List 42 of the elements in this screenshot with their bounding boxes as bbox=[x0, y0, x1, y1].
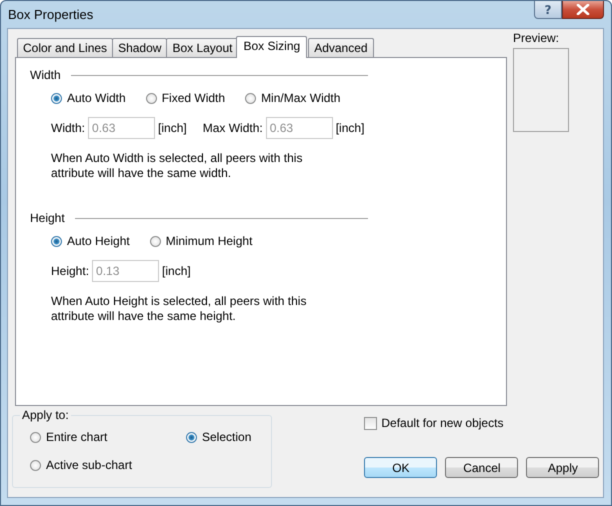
radio-option[interactable]: Minimum Height bbox=[150, 234, 252, 248]
close-button[interactable] bbox=[562, 1, 604, 19]
radio-button[interactable] bbox=[51, 236, 62, 246]
window-title: Box Properties bbox=[8, 7, 94, 22]
description-text: When Auto Width is selected, all peers with this attribute will have the same width. bbox=[51, 151, 304, 181]
close-icon bbox=[576, 4, 590, 15]
radio-button[interactable] bbox=[186, 432, 197, 442]
tab[interactable]: Box Layout bbox=[166, 38, 238, 57]
tab[interactable]: Box Sizing bbox=[236, 36, 308, 58]
radio-option[interactable]: Active sub-chart bbox=[30, 458, 166, 472]
unit-label: [inch] bbox=[336, 121, 364, 135]
radio-option[interactable]: Selection bbox=[186, 430, 252, 444]
radio-option[interactable]: Entire chart bbox=[30, 430, 166, 444]
checkbox-label: Default for new objects bbox=[381, 416, 504, 430]
dialog-button[interactable]: OK bbox=[364, 457, 438, 478]
tab[interactable]: Advanced bbox=[308, 38, 374, 57]
radio-button[interactable] bbox=[245, 92, 256, 104]
group-label: Height bbox=[30, 211, 65, 225]
radio-button[interactable] bbox=[30, 432, 41, 442]
field-label: Width: bbox=[51, 121, 86, 135]
dialog-button[interactable]: Cancel bbox=[445, 457, 518, 478]
field-label: Height: bbox=[51, 264, 90, 278]
radio-option[interactable]: Fixed Width bbox=[146, 91, 226, 105]
radio-option[interactable]: Min/Max Width bbox=[245, 91, 340, 105]
radio-option[interactable]: Auto Width bbox=[51, 91, 126, 105]
radio-button[interactable] bbox=[150, 236, 161, 246]
preview-label: Preview: bbox=[513, 31, 560, 45]
tab[interactable]: Shadow bbox=[112, 38, 168, 57]
radio-button[interactable] bbox=[30, 460, 41, 470]
unit-label: [inch] bbox=[162, 264, 191, 278]
description-text: When Auto Height is selected, all peers with this attribute will have the same height. bbox=[51, 294, 308, 324]
checkbox[interactable] bbox=[364, 416, 378, 430]
radio-option[interactable]: Auto Height bbox=[51, 234, 130, 248]
radio-button[interactable] bbox=[146, 92, 157, 104]
help-button[interactable]: ? bbox=[534, 1, 562, 19]
unit-label: [inch] bbox=[158, 121, 187, 135]
dialog-button[interactable]: Apply bbox=[526, 457, 600, 478]
tab[interactable]: Color and Lines bbox=[17, 38, 114, 57]
group-label: Width bbox=[30, 68, 61, 82]
group-label: Apply to: bbox=[21, 408, 70, 422]
field-label: Max Width: bbox=[202, 121, 263, 135]
radio-button[interactable] bbox=[51, 92, 62, 104]
